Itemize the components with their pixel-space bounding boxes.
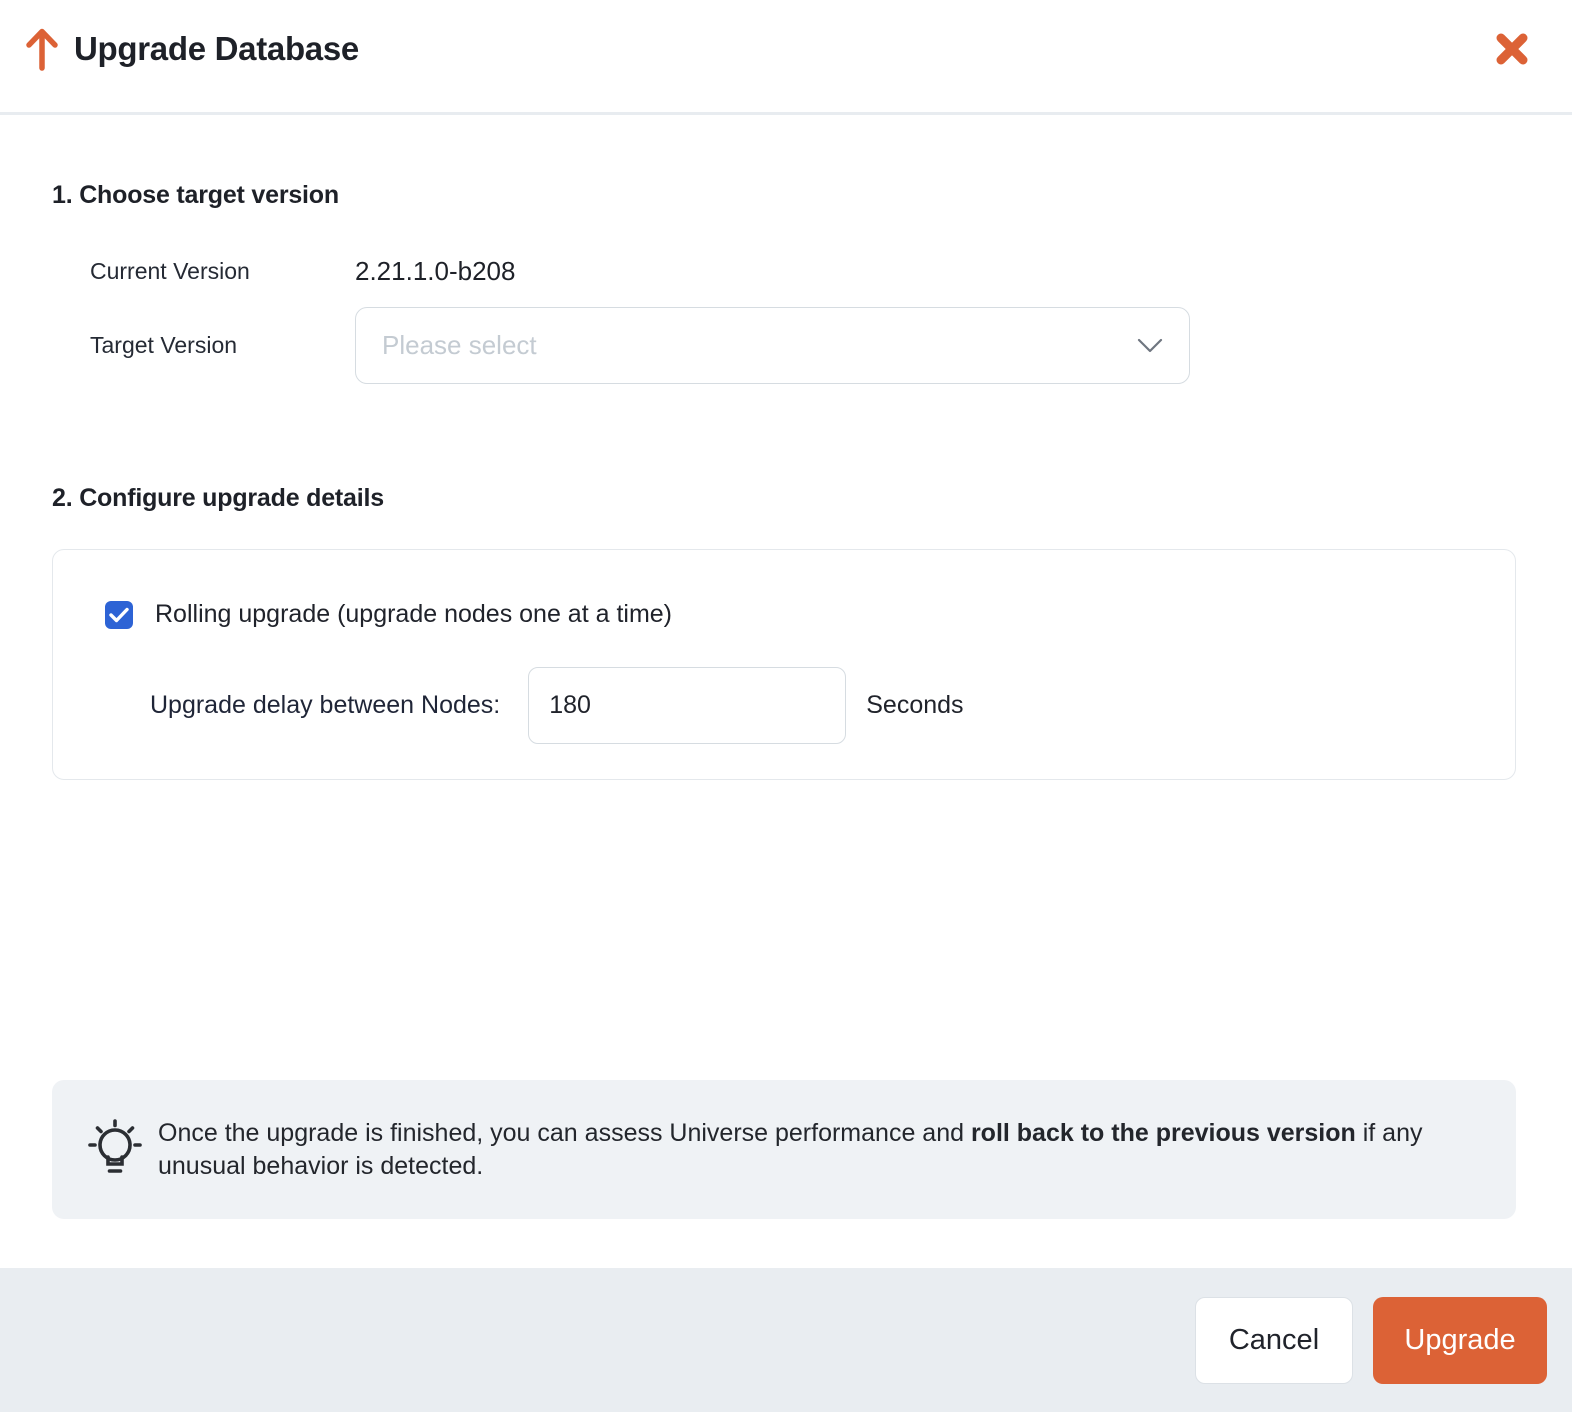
cancel-button[interactable]: Cancel: [1195, 1297, 1353, 1384]
modal-header: Upgrade Database: [0, 0, 1572, 115]
target-version-select[interactable]: Please select: [355, 307, 1190, 384]
upgrade-arrow-icon: [22, 26, 62, 72]
info-text-bold: roll back to the previous version: [971, 1119, 1356, 1147]
target-version-label: Target Version: [90, 332, 355, 359]
upgrade-details-panel: Rolling upgrade (upgrade nodes one at a …: [52, 549, 1516, 780]
current-version-label: Current Version: [90, 258, 355, 285]
target-version-row: Target Version Please select: [90, 307, 1516, 384]
info-note: Once the upgrade is finished, you can as…: [52, 1080, 1516, 1219]
upgrade-delay-input[interactable]: [528, 667, 846, 744]
close-icon: [1494, 31, 1530, 67]
modal-title: Upgrade Database: [74, 30, 359, 68]
upgrade-delay-row: Upgrade delay between Nodes: Seconds: [150, 667, 1475, 744]
lightbulb-icon: [82, 1112, 148, 1188]
chevron-down-icon: [1137, 338, 1163, 354]
target-version-placeholder: Please select: [382, 330, 1137, 361]
close-button[interactable]: [1492, 29, 1532, 69]
info-text-before: Once the upgrade is finished, you can as…: [158, 1119, 971, 1147]
rolling-upgrade-label[interactable]: Rolling upgrade (upgrade nodes one at a …: [155, 600, 672, 629]
section-heading-choose-version: 1. Choose target version: [52, 181, 1516, 210]
info-note-text: Once the upgrade is finished, you can as…: [158, 1117, 1476, 1183]
upgrade-delay-label: Upgrade delay between Nodes:: [150, 691, 500, 720]
checkmark-icon: [109, 607, 129, 623]
section-heading-configure: 2. Configure upgrade details: [52, 484, 1516, 513]
upgrade-delay-unit: Seconds: [866, 691, 963, 720]
rolling-upgrade-checkbox[interactable]: [105, 601, 133, 629]
current-version-row: Current Version 2.21.1.0-b208: [90, 256, 1516, 287]
modal-body: 1. Choose target version Current Version…: [0, 115, 1572, 1268]
rolling-upgrade-row: Rolling upgrade (upgrade nodes one at a …: [105, 600, 1475, 629]
current-version-value: 2.21.1.0-b208: [355, 256, 515, 287]
modal-footer: Cancel Upgrade: [0, 1268, 1572, 1412]
upgrade-button[interactable]: Upgrade: [1373, 1297, 1547, 1384]
